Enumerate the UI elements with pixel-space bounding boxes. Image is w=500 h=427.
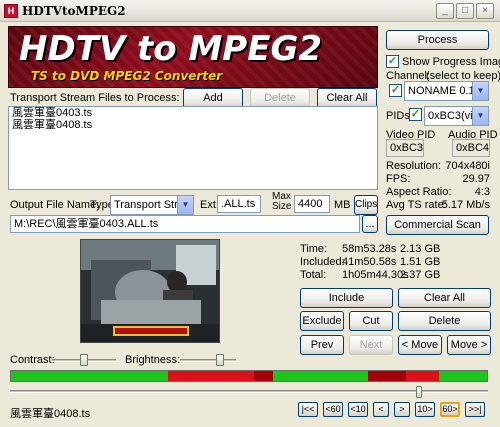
list-item[interactable]: 風雲軍臺0408.ts <box>9 119 377 131</box>
show-progress-checkbox[interactable]: ✓ <box>386 55 399 68</box>
chevron-down-icon[interactable]: ▼ <box>472 107 488 125</box>
video-frame <box>81 240 219 342</box>
total-size: 2.37 GB <box>400 269 441 281</box>
list-item[interactable]: 風雲軍臺0403.ts <box>9 107 377 119</box>
brightness-slider-thumb[interactable] <box>216 354 224 366</box>
position-slider-thumb[interactable] <box>415 386 422 398</box>
move-right-button[interactable]: Move > <box>447 335 491 355</box>
nav-last-button[interactable]: >>| <box>465 402 485 417</box>
type-select[interactable]: Transport Stream ▼ <box>110 195 194 215</box>
ext-input[interactable]: .ALL.ts <box>217 195 261 213</box>
clear-all-marks-button[interactable]: Clear All <box>398 288 491 308</box>
commercial-scan-button[interactable]: Commercial Scan <box>386 215 489 235</box>
max-size-label-2: Size <box>272 201 292 212</box>
app-banner: HDTV to MPEG2 TS to DVD MPEG2 Converter <box>8 26 378 88</box>
brightness-slider[interactable] <box>180 359 236 362</box>
aspect-ratio-value: 4:3 <box>474 186 490 198</box>
contrast-label: Contrast: <box>10 354 55 366</box>
files-label: Transport Stream Files to Process: <box>10 92 180 104</box>
add-button[interactable]: Add <box>183 88 243 108</box>
app-icon: H <box>4 4 18 18</box>
timeline-segment-excluded[interactable] <box>406 371 440 381</box>
avg-ts-rate-value: 5.17 Mb/s <box>441 199 490 211</box>
ext-label: Ext <box>200 199 216 211</box>
nav-back-10-button[interactable]: <10 <box>348 402 368 417</box>
channel-select[interactable]: NONAME 0.1 ▼ <box>404 81 489 101</box>
move-left-button[interactable]: < Move <box>398 335 442 355</box>
nav-forward-10-button[interactable]: 10> <box>415 402 435 417</box>
file-list[interactable]: 風雲軍臺0403.ts 風雲軍臺0408.ts <box>8 106 378 190</box>
timeline-segment-included[interactable] <box>11 371 169 381</box>
fps-value: 29.97 <box>462 173 490 185</box>
process-button[interactable]: Process <box>386 30 489 50</box>
time-duration: 58m53.28s <box>342 243 397 255</box>
timeline-segment-excluded-dark[interactable] <box>253 371 273 381</box>
max-size-input[interactable]: 4400 <box>294 195 330 213</box>
included-label: Included: <box>300 256 345 268</box>
nav-first-button[interactable]: |<< <box>298 402 318 417</box>
nav-back-60-button[interactable]: <60 <box>323 402 343 417</box>
timeline-segment-excluded[interactable] <box>168 371 254 381</box>
pids-checkbox[interactable]: ✓ <box>409 108 422 121</box>
close-button[interactable]: × <box>476 3 494 19</box>
include-button[interactable]: Include <box>300 288 393 308</box>
banner-subtitle: TS to DVD MPEG2 Converter <box>31 69 223 83</box>
channel-checkbox[interactable]: ✓ <box>389 84 402 97</box>
output-path-input[interactable]: M:\REC\風雲軍臺0403.ALL.ts <box>10 215 360 233</box>
avg-ts-rate-label: Avg TS rate: <box>386 199 447 211</box>
nav-forward-60-button[interactable]: 60> <box>440 402 460 417</box>
delete-file-button[interactable]: Delete <box>250 88 310 108</box>
show-progress-label: Show Progress Image <box>402 56 500 68</box>
time-label: Time: <box>300 243 328 255</box>
chevron-down-icon[interactable]: ▼ <box>472 82 488 100</box>
browse-button[interactable]: ... <box>362 215 378 233</box>
contrast-slider-thumb[interactable] <box>80 354 88 366</box>
nav-back-1-button[interactable]: < <box>373 402 389 417</box>
included-duration: 41m50.58s <box>342 256 397 268</box>
total-duration: 1h05m44.30s <box>342 269 409 281</box>
total-label: Total: <box>300 269 327 281</box>
fps-label: FPS: <box>386 173 411 185</box>
clips-button[interactable]: Clips <box>354 195 378 215</box>
maximize-button[interactable]: □ <box>456 3 474 19</box>
timeline-segment-excluded-dark[interactable] <box>367 371 407 381</box>
pids-select[interactable]: 0xBC3(vid... ▼ <box>424 106 489 126</box>
resolution-value: 704x480i <box>445 160 490 172</box>
prev-button[interactable]: Prev <box>300 335 344 355</box>
included-size: 1.51 GB <box>400 256 441 268</box>
clear-all-files-button[interactable]: Clear All <box>317 88 377 108</box>
video-preview <box>80 239 220 343</box>
delete-mark-button[interactable]: Delete <box>398 311 491 331</box>
video-pid-field: 0xBC3 <box>386 139 424 157</box>
banner-title: HDTV to MPEG2 <box>19 29 323 69</box>
output-file-label: Output File Name: <box>10 199 100 211</box>
timeline-segment-included[interactable] <box>439 371 487 381</box>
title-bar: H HDTVtoMPEG2 _ □ × <box>0 0 500 22</box>
current-file-label: 風雲軍臺0408.ts <box>10 408 91 420</box>
audio-pid-field: 0xBC4 <box>452 139 490 157</box>
exclude-button[interactable]: Exclude <box>300 311 344 331</box>
minimize-button[interactable]: _ <box>436 3 454 19</box>
next-button[interactable]: Next <box>349 335 393 355</box>
timeline-segment-included[interactable] <box>272 371 368 381</box>
nav-forward-1-button[interactable]: > <box>394 402 410 417</box>
brightness-label: Brightness: <box>125 354 181 366</box>
resolution-label: Resolution: <box>386 160 442 172</box>
cut-timeline[interactable] <box>10 370 488 382</box>
mb-label: MB <box>334 199 351 211</box>
chevron-down-icon[interactable]: ▼ <box>177 196 193 214</box>
channel-value: NONAME 0.1 <box>408 85 475 97</box>
time-size: 2.13 GB <box>400 243 441 255</box>
cut-button[interactable]: Cut <box>349 311 393 331</box>
window-title: HDTVtoMPEG2 <box>22 4 126 18</box>
